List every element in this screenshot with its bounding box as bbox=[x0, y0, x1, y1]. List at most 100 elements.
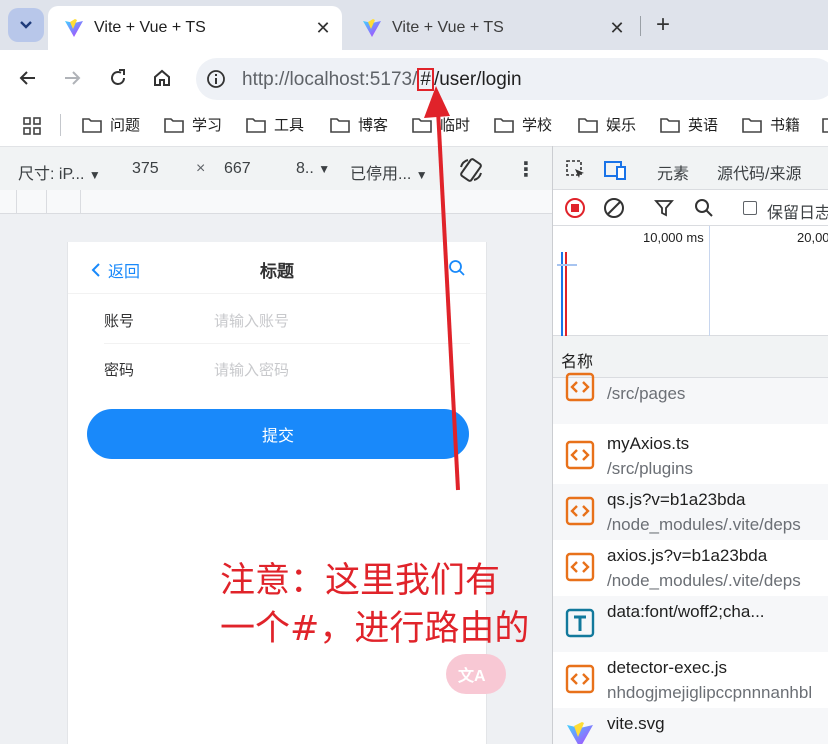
bookmark-label: 英语 bbox=[688, 117, 719, 134]
request-row[interactable]: vite.svg bbox=[553, 708, 828, 744]
bookmark-folder[interactable]: 博客 bbox=[330, 114, 388, 135]
tab-elements[interactable]: 元素 bbox=[657, 160, 689, 184]
home-icon bbox=[154, 69, 170, 86]
forward-button[interactable] bbox=[58, 64, 86, 92]
tab-divider bbox=[640, 16, 641, 36]
folder-icon bbox=[742, 117, 762, 133]
account-input[interactable]: 请输入账号 bbox=[214, 310, 289, 331]
code-file-icon bbox=[565, 372, 595, 402]
request-row[interactable]: qs.js?v=b1a23bda/node_modules/.vite/deps bbox=[553, 484, 828, 540]
bookmark-folder[interactable]: 英语 bbox=[660, 114, 718, 135]
annotation-line-2: 一个#，进行路由的 bbox=[220, 609, 530, 649]
bookmark-folder[interactable]: 娱乐 bbox=[578, 114, 636, 135]
close-tab-icon[interactable]: ✕ bbox=[608, 18, 626, 38]
nav-search-button[interactable] bbox=[448, 259, 466, 282]
filter-icon[interactable] bbox=[653, 197, 675, 219]
bookmark-label: 书籍 bbox=[770, 117, 801, 134]
rotate-icon[interactable] bbox=[458, 157, 484, 188]
request-row[interactable]: myAxios.ts/src/plugins bbox=[553, 428, 828, 484]
devtools-panel: 元素 源代码/来源 保留日志 10,000 ms 20,00 名称 /src/p… bbox=[552, 146, 828, 744]
request-path: /src/pages bbox=[607, 384, 686, 403]
bookmark-label: 学校 bbox=[522, 117, 553, 134]
timeline-mark: 10,000 ms bbox=[643, 230, 704, 245]
bookmark-label: 学习 bbox=[192, 117, 223, 134]
tab-search-button[interactable] bbox=[8, 8, 44, 42]
code-file-icon bbox=[565, 664, 595, 694]
new-tab-button[interactable]: + bbox=[650, 12, 676, 38]
code-file-icon bbox=[565, 496, 595, 526]
address-bar[interactable]: http://localhost:5173/#/user/login bbox=[196, 58, 828, 100]
password-field[interactable]: 密码 请输入密码 bbox=[68, 343, 486, 393]
vite-logo-icon bbox=[363, 19, 381, 37]
request-name: detector-exec.js bbox=[607, 658, 727, 677]
apps-grid-icon[interactable] bbox=[22, 116, 42, 136]
back-button[interactable] bbox=[14, 64, 42, 92]
folder-icon bbox=[822, 118, 828, 133]
folder-icon bbox=[330, 117, 350, 133]
submit-button[interactable]: 提交 bbox=[87, 409, 469, 459]
more-options-icon[interactable]: ⋮ bbox=[516, 157, 536, 182]
bookmarks-bar: 问题 学习 工具 博客 临时 学校 娱乐 英语 书籍 bbox=[0, 106, 828, 146]
reload-button[interactable] bbox=[104, 64, 132, 92]
request-path: /src/plugins bbox=[607, 459, 693, 478]
bookmark-folder[interactable]: 学习 bbox=[164, 114, 222, 135]
tab-inactive[interactable]: Vite + Vue + TS ✕ bbox=[346, 6, 636, 50]
home-button[interactable] bbox=[148, 64, 176, 92]
bookmark-folder[interactable]: 学校 bbox=[494, 114, 552, 135]
times-glyph: × bbox=[196, 160, 206, 177]
device-width-input[interactable]: 375 bbox=[132, 160, 159, 178]
devtools-tabbar: 元素 源代码/来源 bbox=[553, 146, 828, 190]
device-toolbar: 尺寸: iP... ▼ 375 × 667 8.. ▼ 已停用... ▼ ⋮ bbox=[0, 146, 552, 190]
search-icon bbox=[449, 260, 465, 276]
clear-icon[interactable] bbox=[603, 197, 625, 219]
inspect-element-icon[interactable] bbox=[565, 159, 587, 181]
bookmark-label: 问题 bbox=[110, 117, 141, 134]
record-stop-icon[interactable] bbox=[564, 197, 586, 219]
password-input[interactable]: 请输入密码 bbox=[214, 359, 289, 380]
url-port: :5173/ bbox=[364, 69, 418, 90]
search-icon[interactable] bbox=[693, 197, 715, 219]
bookmark-label: 工具 bbox=[274, 117, 305, 134]
device-toggle-icon[interactable] bbox=[603, 159, 627, 181]
request-name: qs.js?v=b1a23bda bbox=[607, 490, 746, 509]
url-path: /user/login bbox=[433, 69, 522, 90]
folder-icon bbox=[82, 117, 102, 133]
translate-button[interactable]: 文A bbox=[446, 654, 506, 694]
folder-icon bbox=[494, 117, 514, 133]
bookmark-label: 博客 bbox=[358, 117, 389, 134]
bookmark-folder[interactable]: 临时 bbox=[412, 114, 470, 135]
request-row[interactable]: data:font/woff2;cha... bbox=[553, 596, 828, 652]
tab-active[interactable]: Vite + Vue + TS ✕ bbox=[48, 6, 342, 50]
request-path: nhdogjmejiglipccpnnnanhbl bbox=[607, 683, 813, 702]
timeline-bar bbox=[557, 264, 577, 266]
arrow-right-icon bbox=[65, 71, 81, 85]
password-label: 密码 bbox=[104, 362, 135, 379]
request-row[interactable]: /src/pages bbox=[553, 372, 828, 424]
media-query-ruler bbox=[0, 190, 552, 214]
tab-sources[interactable]: 源代码/来源 bbox=[717, 160, 801, 184]
device-dimensions-select[interactable]: 尺寸: iP... ▼ bbox=[18, 160, 101, 184]
device-height-input[interactable]: 667 bbox=[224, 160, 251, 178]
close-tab-icon[interactable]: ✕ bbox=[314, 18, 332, 38]
code-file-icon bbox=[565, 440, 595, 470]
preserve-log-checkbox[interactable] bbox=[743, 201, 757, 215]
account-label: 账号 bbox=[104, 313, 135, 330]
info-icon[interactable] bbox=[206, 69, 226, 89]
bookmark-folder[interactable]: 书籍 bbox=[742, 114, 800, 135]
folder-icon bbox=[246, 117, 266, 133]
folder-icon bbox=[660, 117, 680, 133]
request-name: vite.svg bbox=[607, 714, 665, 733]
zoom-select[interactable]: 8.. ▼ bbox=[296, 160, 330, 178]
folder-icon bbox=[164, 117, 184, 133]
request-path: /node_modules/.vite/deps bbox=[607, 515, 801, 534]
bookmark-overflow-folder[interactable] bbox=[822, 116, 828, 139]
request-row[interactable]: detector-exec.js nhdogjmejiglipccpnnnanhb… bbox=[553, 652, 828, 708]
name-column-label: 名称 bbox=[561, 354, 594, 371]
request-row[interactable]: axios.js?v=b1a23bda/node_modules/.vite/d… bbox=[553, 540, 828, 596]
bookmark-folder[interactable]: 工具 bbox=[246, 114, 304, 135]
bookmark-folder[interactable]: 问题 bbox=[82, 114, 140, 135]
throttling-select[interactable]: 已停用... ▼ bbox=[350, 160, 428, 184]
url-text[interactable]: http://localhost:5173/#/user/login bbox=[242, 68, 522, 91]
account-field[interactable]: 账号 请输入账号 bbox=[68, 294, 486, 344]
request-name: myAxios.ts bbox=[607, 434, 690, 453]
